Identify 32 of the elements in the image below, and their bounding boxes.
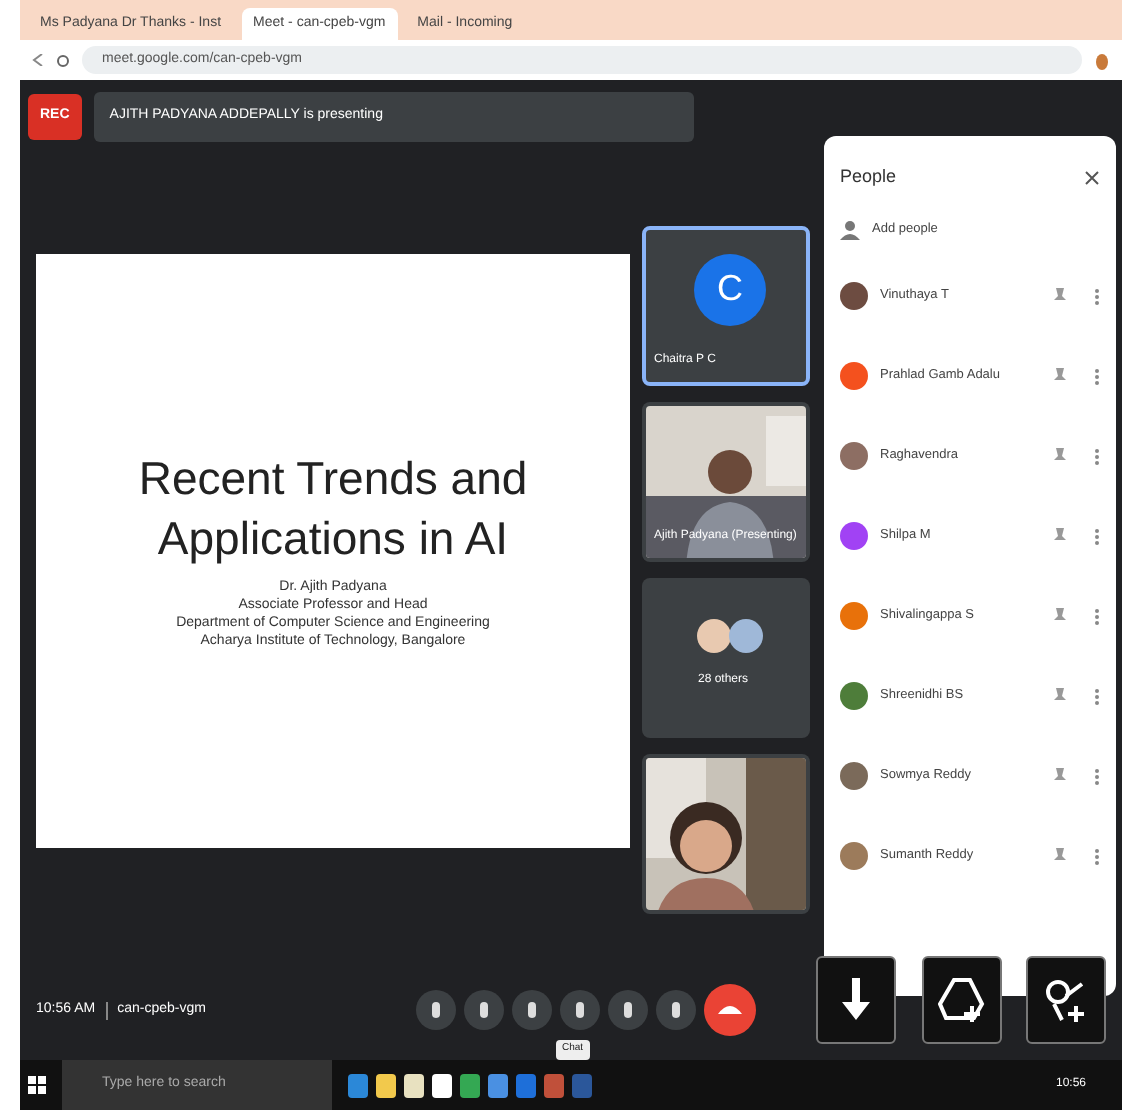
control-button[interactable] [415, 990, 456, 1030]
profile-icon[interactable] [1094, 50, 1110, 70]
pin-icon[interactable] [1054, 608, 1066, 624]
control-button[interactable] [655, 990, 696, 1030]
pin-icon[interactable] [1054, 528, 1066, 544]
back-icon[interactable] [32, 54, 44, 66]
pin-icon[interactable] [1054, 288, 1066, 304]
taskbar-app-icon[interactable] [460, 1073, 480, 1097]
pin-icon[interactable] [1054, 448, 1066, 464]
control-button[interactable] [463, 990, 504, 1030]
reload-icon[interactable] [56, 53, 70, 67]
control-button[interactable] [511, 990, 552, 1030]
taskbar-app-icon[interactable] [404, 1073, 424, 1097]
taskbar-app-icon[interactable] [488, 1073, 508, 1097]
pin-icon[interactable] [1054, 848, 1066, 864]
taskbar-app-icon[interactable] [376, 1073, 396, 1097]
control-button[interactable] [559, 990, 600, 1030]
leave-call-button[interactable] [703, 984, 756, 1036]
hang-up-icon [717, 1004, 742, 1016]
windows-start-icon[interactable] [28, 1076, 46, 1094]
pin-icon[interactable] [1054, 688, 1066, 704]
download-arrow-icon[interactable] [840, 978, 872, 1022]
slide-title: Recent Trends and Applications in AI [136, 450, 530, 569]
panel-title: People [840, 164, 897, 191]
add-person-icon[interactable] [840, 220, 860, 240]
taskbar-app-icon[interactable] [432, 1073, 452, 1097]
control-button[interactable] [607, 990, 648, 1030]
close-icon[interactable] [1084, 170, 1100, 186]
pin-icon[interactable] [1054, 768, 1066, 784]
avatar-group-icon [696, 617, 764, 653]
pin-icon[interactable] [1054, 368, 1066, 384]
avatar: C [694, 253, 766, 325]
